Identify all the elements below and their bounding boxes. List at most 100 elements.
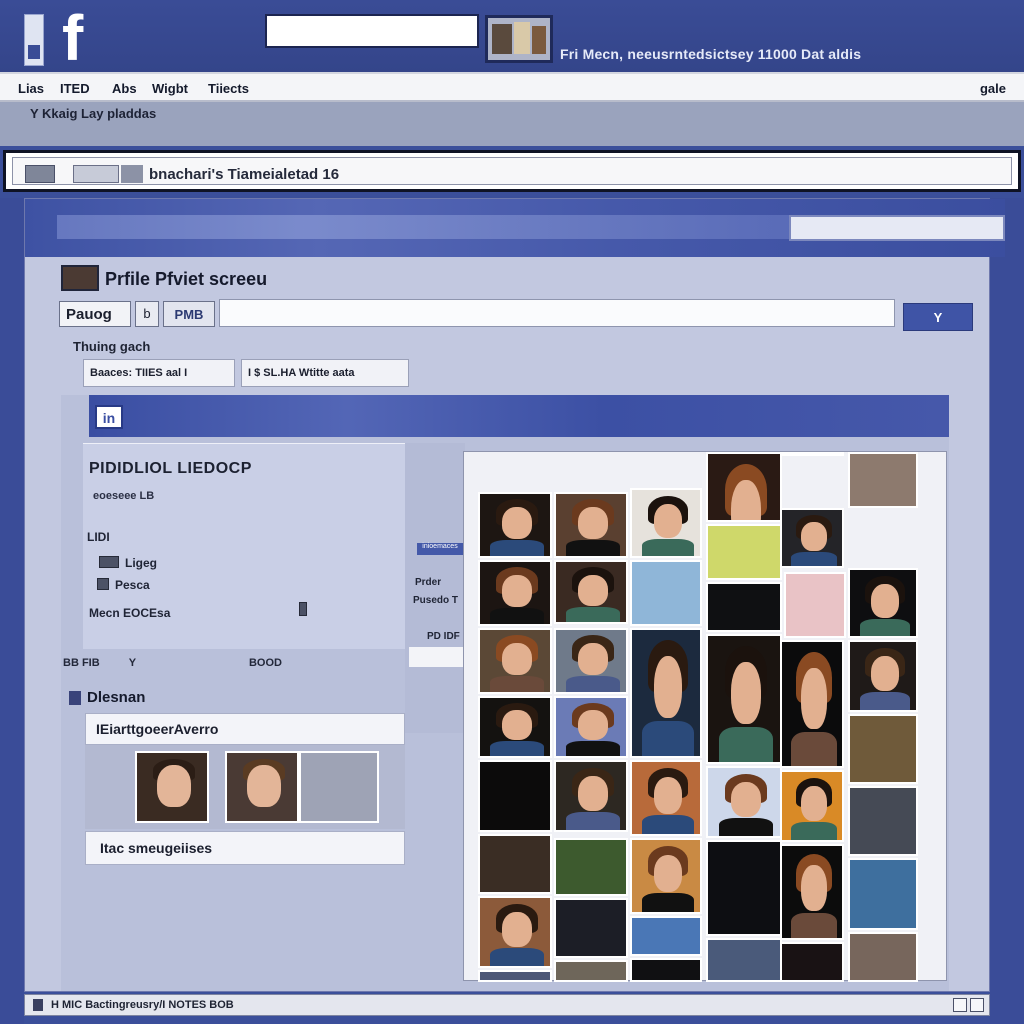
facebook-logo[interactable]: f [62, 2, 83, 74]
design-label: Dlesnan [87, 689, 146, 706]
photo-tile[interactable] [554, 492, 628, 558]
nav-item-4[interactable]: Wigbt [152, 81, 188, 96]
address-field[interactable]: bnachari's Tiameialetad 16 [12, 157, 1012, 185]
status-text: H MIC Bactingreusry/I NOTES BOB [51, 999, 234, 1011]
nav-item-5[interactable]: Tiiects [208, 81, 249, 96]
photo-tile[interactable] [478, 896, 552, 968]
go-button[interactable]: Y [903, 303, 973, 331]
photo-tile[interactable] [706, 582, 782, 632]
tab-pmb[interactable]: PMB [163, 301, 215, 327]
photo-tile[interactable] [706, 938, 782, 982]
design-photo-3[interactable] [299, 751, 379, 823]
filter-pill-2[interactable]: I $ SL.HA Wtitte aata [241, 359, 409, 387]
profile-avatar[interactable] [61, 265, 99, 291]
status-bar: H MIC Bactingreusry/I NOTES BOB [24, 994, 990, 1016]
window-header [25, 199, 1005, 257]
status-icon [33, 999, 43, 1011]
status-button-2[interactable] [970, 998, 984, 1012]
photo-tile[interactable] [848, 452, 918, 508]
photo-tile[interactable] [554, 628, 628, 694]
search-input[interactable] [265, 14, 479, 48]
status-button-1[interactable] [953, 998, 967, 1012]
address-bar[interactable]: bnachari's Tiameialetad 16 [3, 150, 1021, 192]
panel-logo-icon[interactable]: in [95, 405, 123, 429]
nav-right-link[interactable]: gale [980, 81, 1006, 96]
profile-search-input[interactable] [219, 299, 895, 327]
photo-tile[interactable] [478, 834, 552, 894]
tab-pauog[interactable]: Pauog [59, 301, 131, 327]
photo-tile[interactable] [848, 568, 918, 638]
photo-tile[interactable] [780, 844, 844, 940]
photo-tile[interactable] [780, 640, 844, 768]
info-card: PIDIDLIOL LIEDOCP eoeseee LB LIDI Ligeg … [83, 443, 405, 649]
photo-tile[interactable] [630, 958, 702, 982]
photo-tile[interactable] [554, 838, 628, 896]
photo-tile[interactable] [478, 760, 552, 832]
photo-tile[interactable] [554, 898, 628, 958]
photo-tile[interactable] [780, 508, 844, 568]
nav-item-2[interactable]: ITED [60, 81, 90, 96]
photo-tile[interactable] [478, 696, 552, 758]
section-label: Thuing gach [73, 339, 151, 354]
row-footer-mid: Y [128, 657, 136, 669]
photo-tile[interactable] [706, 452, 782, 522]
design-photo-1[interactable] [135, 751, 209, 823]
photo-tile[interactable] [706, 766, 782, 838]
photo-tile[interactable] [780, 942, 844, 982]
top-bar: f Fri Mecn, neeusrntedsictsey 11000 Dat … [0, 0, 1024, 74]
photo-tile[interactable] [478, 560, 552, 626]
filter-pill-1[interactable]: Baaces: TIIES aal I [83, 359, 235, 387]
profile-panel: in PIDIDLIOL LIEDOCP eoeseee LB LIDI Lig… [61, 395, 949, 991]
photo-tile[interactable] [630, 560, 702, 626]
photo-tile[interactable] [554, 560, 628, 624]
mid-text-1: Prder [415, 577, 442, 588]
photo-tile[interactable] [630, 760, 702, 836]
photo-tile[interactable] [630, 916, 702, 956]
info-row-1: LIDI [87, 530, 110, 544]
photo-tile[interactable] [848, 714, 918, 784]
photo-tile[interactable] [784, 572, 846, 638]
photo-tile[interactable] [780, 770, 844, 842]
photo-tile[interactable] [848, 786, 918, 856]
tab-b[interactable]: b [135, 301, 159, 327]
photo-tile[interactable] [630, 838, 702, 914]
photo-tile[interactable] [848, 858, 918, 930]
photo-tile[interactable] [554, 960, 628, 982]
design-photo-2[interactable] [225, 751, 299, 823]
photo-tile[interactable] [780, 452, 844, 456]
photo-tile[interactable] [848, 640, 918, 712]
profile-subtitle: eoeseee LB [93, 490, 155, 502]
middle-column: inioemaces Prder Pusedo T PD IDF [405, 443, 465, 733]
photo-tile[interactable] [478, 970, 552, 982]
photo-tile[interactable] [630, 628, 702, 758]
row-footer: BB FIB Y BOOD [63, 657, 282, 669]
nav-item-3[interactable]: Abs [112, 81, 137, 96]
window-search-input[interactable] [789, 215, 1005, 241]
photo-tile[interactable] [554, 696, 628, 758]
photo-tile[interactable] [554, 760, 628, 832]
info-row-3: Pesca [115, 578, 150, 592]
photo-tile[interactable] [630, 488, 702, 558]
mid-blank-field[interactable] [409, 647, 463, 667]
design-card[interactable]: IEiarttgoeerAverro [85, 713, 405, 745]
photo-grid [463, 451, 947, 982]
design-footer[interactable]: Itac smeugeiises [85, 831, 405, 865]
photo-tile[interactable] [706, 634, 782, 764]
photo-tile[interactable] [478, 492, 552, 558]
address-tab-icon [121, 165, 143, 183]
photo-tile[interactable] [706, 524, 782, 580]
mid-text-2: Pusedo T [413, 595, 459, 606]
page-icon [25, 165, 55, 183]
profile-name: PIDIDLIOL LIEDOCP [89, 460, 252, 477]
right-border [990, 198, 1024, 1024]
row-footer-left: BB FIB [63, 657, 100, 669]
profile-thumbnail[interactable] [485, 15, 553, 63]
nav-item-1[interactable]: Lias [18, 81, 44, 96]
photo-tile[interactable] [706, 840, 782, 936]
info-row-4: Mecn EOCEsa [89, 606, 171, 620]
photo-tile[interactable] [848, 932, 918, 982]
design-photos [85, 745, 405, 829]
mid-badge: inioemaces [417, 543, 463, 555]
photo-tile[interactable] [478, 628, 552, 694]
address-tab[interactable] [73, 165, 119, 183]
